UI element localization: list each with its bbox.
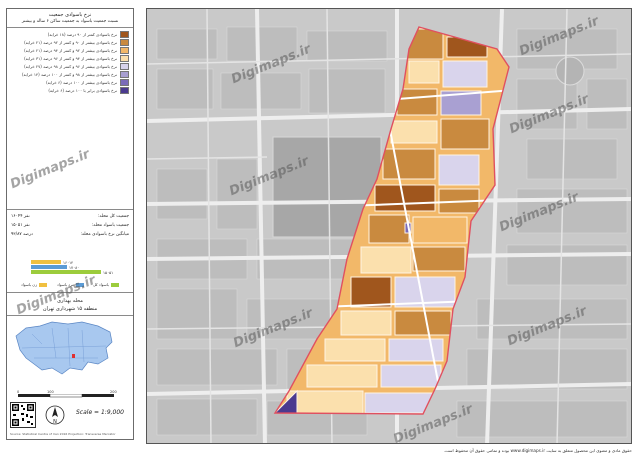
legend-item: نرخ باسوادی بیشتر از ۹۶ و کمتر از ۹۸ درص… (11, 63, 129, 70)
scale-ratio: Scale = 1:9,000 (76, 409, 124, 416)
stat-value: ۹۳/۸۷ درصد (11, 232, 33, 237)
stat-literacy-rate: ۹۳/۸۷ درصد میانگین نرخ باسوادی محله: (11, 232, 129, 239)
scale-tick: 0 (17, 390, 20, 394)
legend-label: نرخ باسوادی بیشتر از ۱۰۰ درصد (۶ خرابه) (46, 80, 117, 85)
qr-code (10, 402, 36, 428)
legend-title: نرخ باسوادی جمعیت (48, 12, 92, 18)
svg-text:N: N (53, 419, 57, 425)
bar-male (31, 265, 67, 269)
copyright-footer: حقوق مادی و معنوی این محصول متعلق به سای… (443, 448, 632, 453)
stat-label: جمعیت باسواد محله: (91, 223, 129, 228)
legend-label: نرخ باسوادی کمتر از ۹۰ درصد (۱۸ خرابه) (47, 32, 117, 37)
scale-tick: 100 (47, 390, 54, 394)
legend-label: نرخ باسوادی بیشتر از ۹۸ و کمتر از ۱۰۰ در… (21, 72, 117, 77)
stat-total-population: ۱۶۰۴۴ نفر جمعیت کل محله: (11, 214, 129, 221)
legend-swatch (120, 55, 129, 62)
stat-value: ۱۶۰۴۴ نفر (11, 214, 30, 219)
legend-label: نرخ باسوادی بیشتر از ۹۶ و کمتر از ۹۸ درص… (24, 64, 117, 69)
legend-swatch (120, 63, 129, 70)
roundabout (555, 56, 585, 86)
category-female: زن باسواد (21, 282, 47, 287)
legend-label: نرخ باسوادی برابر با ۱۰۰ درصد (۶ خرابه) (48, 88, 117, 93)
legend-item: نرخ باسوادی کمتر از ۹۰ درصد (۱۸ خرابه) (11, 31, 129, 38)
legend-swatch (120, 87, 129, 94)
legend-item: نرخ باسوادی برابر با ۱۰۰ درصد (۶ خرابه) (11, 87, 129, 94)
legend-swatch (120, 47, 129, 54)
legend-label: نرخ باسوادی بیشتر از ۹۰ و کمتر از ۹۲ درص… (24, 40, 117, 45)
scale-tick: 200 (110, 390, 117, 394)
map-sheet: نرخ باسوادی جمعیت نسبت جمعیت باسواد به ج… (0, 0, 643, 461)
legend-label: نرخ باسوادی بیشتر از ۹۴ و کمتر از ۹۶ درص… (24, 56, 117, 61)
legend-subtitle: نسبت جمعیت باسواد به جمعیت ساکن ۶ ساله و… (21, 19, 119, 24)
bar-label: ۱۵۰۵۱ (103, 270, 114, 275)
legend-item: نرخ باسوادی بیشتر از ۹۲ و کمتر از ۹۴ درص… (11, 47, 129, 54)
legend-swatch (120, 31, 129, 38)
neighborhood-map: Digimaps.ir Digimaps.ir Digimaps.ir Digi… (146, 8, 632, 444)
legend-swatch (120, 79, 129, 86)
stat-literate-population: ۱۵۰۵۱ نفر جمعیت باسواد محله: (11, 223, 129, 230)
legend-item: نرخ باسوادی بیشتر از ۱۰۰ درصد (۶ خرابه) (11, 79, 129, 86)
basemap (147, 9, 631, 443)
stat-label: میانگین نرخ باسوادی محله: (80, 232, 129, 237)
legend-item: نرخ باسوادی بیشتر از ۹۸ و کمتر از ۱۰۰ در… (11, 71, 129, 78)
north-arrow-icon: N (45, 405, 65, 425)
legend-swatch (120, 71, 129, 78)
stat-value: ۱۵۰۵۱ نفر (11, 223, 30, 228)
scale-bar (18, 394, 114, 398)
legend-item: نرخ باسوادی بیشتر از ۹۰ و کمتر از ۹۲ درص… (11, 39, 129, 46)
location-marker (72, 354, 75, 358)
bar-female (31, 260, 61, 264)
legend-swatch (120, 39, 129, 46)
stat-label: جمعیت کل محله: (97, 214, 129, 219)
legend-label: نرخ باسوادی بیشتر از ۹۲ و کمتر از ۹۴ درص… (24, 48, 117, 53)
tehran-inset-map (15, 321, 113, 375)
legend-item: نرخ باسوادی بیشتر از ۹۴ و کمتر از ۹۶ درص… (11, 55, 129, 62)
source-credit: Source: Statistical Centre of Iran 2016 … (10, 432, 116, 436)
